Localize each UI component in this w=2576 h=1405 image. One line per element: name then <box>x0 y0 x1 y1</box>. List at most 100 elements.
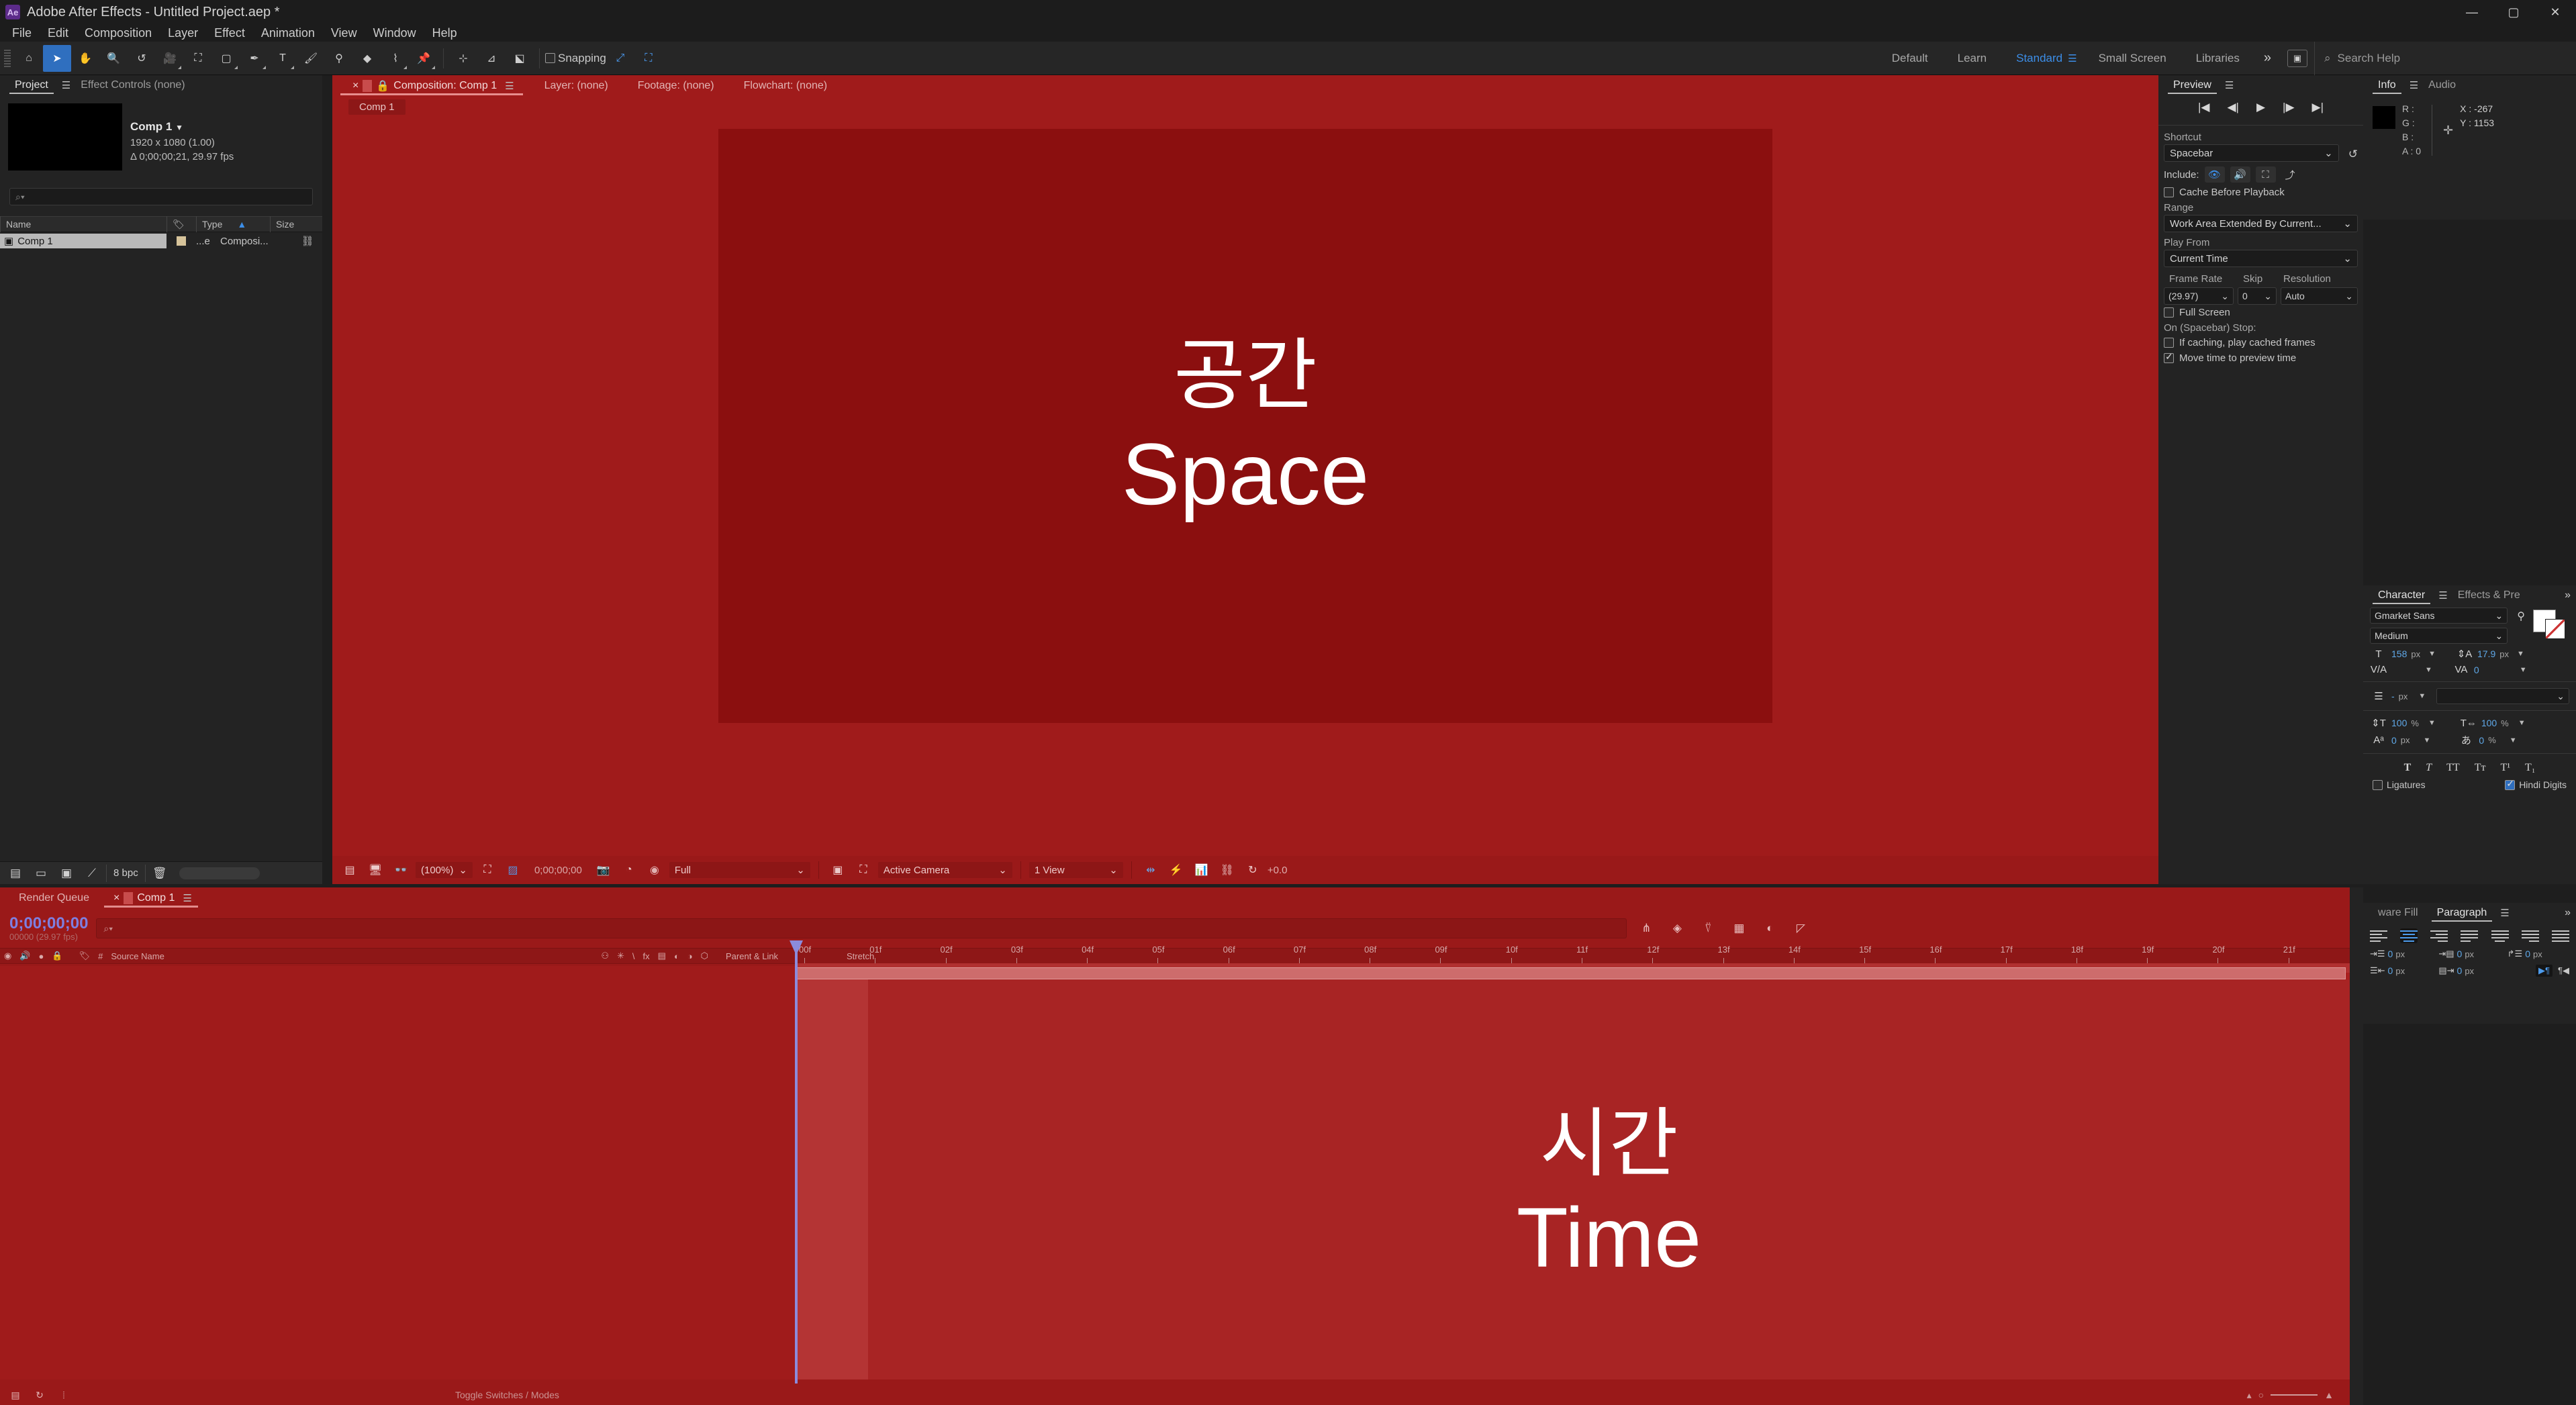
column-name[interactable]: Name <box>0 216 166 232</box>
home-icon[interactable]: ⌂ <box>15 45 43 72</box>
project-item-name[interactable]: Comp 1 ▼ <box>130 119 234 136</box>
stroke-width-value[interactable]: - <box>2391 691 2395 701</box>
pen-tool-icon[interactable]: ✒ <box>240 45 269 72</box>
horizontal-scale-stepper[interactable]: ▼ <box>2518 719 2526 727</box>
effects-icon[interactable]: fx <box>639 948 654 964</box>
snap-target-icon[interactable]: ⤢ <box>606 45 634 72</box>
frame-rate-dropdown[interactable]: (29.97) ⌄ <box>2164 287 2234 305</box>
paragraph-rtl-icon[interactable]: ¶◀ <box>2558 965 2569 976</box>
view-axis-icon[interactable]: ⬕ <box>506 45 534 72</box>
reset-exposure-icon[interactable]: ↻ <box>1242 860 1263 880</box>
timeline-zoom-slider[interactable]: ▴ ○ ▲ <box>2247 1390 2334 1401</box>
workspace-menu-icon[interactable]: ☰ <box>2068 52 2077 64</box>
solo-switch-icon[interactable]: ● <box>35 948 48 964</box>
kerning-stepper[interactable]: ▼ <box>2425 666 2432 674</box>
previous-frame-button[interactable]: ◀| <box>2227 101 2239 114</box>
subscript-button[interactable]: T₁ <box>2525 762 2535 774</box>
lock-switch-icon[interactable]: 🔒 <box>48 948 66 964</box>
timeline-search-input[interactable]: ⌕▾ <box>96 918 1627 938</box>
timeline-current-time[interactable]: 0;00;00;00 <box>9 915 88 932</box>
zoom-in-icon[interactable]: ▲ <box>2324 1390 2334 1400</box>
show-snapshot-icon[interactable]: ◔ <box>618 860 640 880</box>
skip-dropdown[interactable]: 0 ⌄ <box>2238 287 2277 305</box>
character-panel-menu-icon[interactable]: ☰ <box>2438 589 2448 601</box>
roto-brush-tool-icon[interactable]: ⌇ <box>381 45 410 72</box>
leading-stepper[interactable]: ▼ <box>2517 650 2524 658</box>
play-from-dropdown[interactable]: Current Time ⌄ <box>2164 250 2358 267</box>
reset-icon[interactable]: ↺ <box>2348 148 2358 161</box>
align-left-button[interactable] <box>2370 928 2387 943</box>
paragraph-ltr-icon[interactable]: ▶¶ <box>2536 965 2553 977</box>
fast-previews-icon[interactable]: ⚡ <box>1165 860 1187 880</box>
timeline-layer-list[interactable] <box>0 966 795 1379</box>
workspace-learn[interactable]: Learn <box>1943 52 2001 65</box>
take-snapshot-icon[interactable]: 📷 <box>593 860 614 880</box>
zoom-track[interactable] <box>2271 1394 2318 1396</box>
workspace-overflow-icon[interactable]: » <box>2254 50 2281 66</box>
zoom-out-icon[interactable]: ▴ <box>2247 1390 2252 1401</box>
toolbar-grip[interactable] <box>4 49 11 67</box>
space-after-value[interactable]: 0 <box>2457 965 2463 976</box>
search-help-field[interactable]: ⌕ Search Help <box>2314 41 2576 75</box>
full-screen-checkbox[interactable] <box>2164 307 2174 318</box>
close-icon[interactable]: × <box>113 892 120 904</box>
shy-icon[interactable]: ⚇ <box>597 948 613 964</box>
space-before-value[interactable]: 0 <box>2457 949 2463 959</box>
stroke-color-swatch[interactable] <box>2545 619 2565 639</box>
if-caching-checkbox[interactable] <box>2164 338 2174 348</box>
ligatures-checkbox[interactable] <box>2373 779 2383 790</box>
tab-flowchart[interactable]: Flowchart: (none) <box>729 75 843 97</box>
selection-tool-icon[interactable]: ➤ <box>43 44 71 72</box>
menu-item-help[interactable]: Help <box>424 25 465 42</box>
first-frame-button[interactable]: |◀ <box>2198 101 2210 114</box>
composition-mini-flowchart-icon[interactable]: ⋔ <box>1635 918 1658 938</box>
stroke-type-dropdown[interactable]: ⌄ <box>2436 688 2569 704</box>
justify-last-left-button[interactable] <box>2461 928 2479 943</box>
tab-audio[interactable]: Audio <box>2419 75 2465 95</box>
motion-blur-col-icon[interactable]: ◐ <box>670 948 683 964</box>
column-type[interactable]: Type ▲ <box>196 216 270 232</box>
ligatures-row[interactable]: Ligatures <box>2373 779 2426 790</box>
motion-blur-footer-icon[interactable]: ⦙ <box>55 1387 73 1403</box>
space-after-cell[interactable]: ▤⇥ 0 px <box>2438 965 2500 977</box>
move-time-row[interactable]: Move time to preview time <box>2158 350 2363 366</box>
justify-all-button[interactable] <box>2551 928 2569 943</box>
cache-before-playback-checkbox[interactable] <box>2164 187 2174 197</box>
transform-box-icon[interactable]: ⛶ <box>634 45 663 72</box>
horizontal-scale-value[interactable]: 100 <box>2481 718 2497 728</box>
draft-3d-icon[interactable]: ◈ <box>1666 918 1688 938</box>
timeline-ruler[interactable]: 00f 01f 02f 03f 04f 05f 06f 07f 08f 09f 10f 11f 12f 1… <box>795 940 2350 966</box>
3d-layer-icon[interactable]: ⬡ <box>697 948 712 964</box>
small-caps-button[interactable]: Tᴛ <box>2475 762 2486 774</box>
shortcut-dropdown[interactable]: Spacebar ⌄ <box>2164 144 2339 162</box>
column-size[interactable]: Size <box>270 216 310 232</box>
breadcrumb-comp1[interactable]: Comp 1 <box>348 99 406 115</box>
maximize-button[interactable]: ▢ <box>2493 0 2534 24</box>
row-tree-icon[interactable]: ⛓ <box>294 235 321 247</box>
label-column-icon[interactable]: 🏷 <box>75 948 95 964</box>
graph-editor-icon[interactable]: ◸ <box>1789 918 1812 938</box>
workspace-small-screen[interactable]: Small Screen <box>2084 52 2181 65</box>
world-axis-icon[interactable]: ⊿ <box>477 45 506 72</box>
clone-stamp-tool-icon[interactable]: ⚲ <box>325 45 353 72</box>
timeline-layer-bar[interactable] <box>795 967 2346 979</box>
close-button[interactable]: ✕ <box>2534 0 2576 24</box>
indent-left-cell[interactable]: ⇥☰ 0 px <box>2370 949 2432 959</box>
fill-stroke-swatches[interactable] <box>2529 610 2571 639</box>
indent-right-cell[interactable]: ☰⇤ 0 px <box>2370 965 2432 977</box>
menu-item-effect[interactable]: Effect <box>206 25 253 42</box>
resolution-dropdown[interactable]: Full ⌄ <box>669 862 810 878</box>
font-size-value[interactable]: 158 <box>2391 648 2407 659</box>
cache-before-playback-row[interactable]: Cache Before Playback <box>2158 185 2363 200</box>
align-center-button[interactable] <box>2400 928 2418 943</box>
baseline-shift-value[interactable]: 0 <box>2391 735 2397 746</box>
paragraph-panel-menu-icon[interactable]: ☰ <box>2500 907 2510 919</box>
tab-preview[interactable]: Preview <box>2164 75 2221 95</box>
zoom-tool-icon[interactable]: 🔍 <box>99 45 128 72</box>
info-panel-menu-icon[interactable]: ☰ <box>2410 79 2419 91</box>
leading-value[interactable]: 17.9 <box>2477 648 2495 659</box>
menu-item-composition[interactable]: Composition <box>77 25 160 42</box>
workspace-libraries[interactable]: Libraries <box>2181 52 2254 65</box>
align-right-button[interactable] <box>2430 928 2448 943</box>
tab-paragraph[interactable]: Paragraph <box>2428 903 2497 923</box>
